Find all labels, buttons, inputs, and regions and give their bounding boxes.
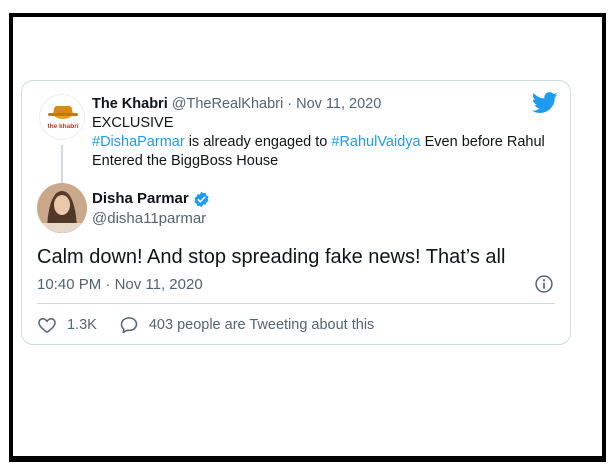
quoted-author-name[interactable]: The Khabri	[92, 96, 168, 112]
tweet-time: 10:40 PM	[37, 276, 102, 293]
quoted-tweet-line1: EXCLUSIVE	[92, 115, 174, 131]
author-name-row: Disha Parmar	[92, 189, 210, 209]
heart-icon	[38, 317, 56, 333]
quoted-tweet-header: The Khabri @TheRealKhabri · Nov 11, 2020	[92, 95, 552, 114]
khabri-logo-icon: the khabri	[47, 106, 79, 130]
reply-bubble-icon	[120, 317, 138, 334]
author-name[interactable]: Disha Parmar	[92, 189, 189, 209]
profile-photo-icon	[37, 183, 87, 233]
hashtag-rahulvaidya[interactable]: #RahulVaidya	[331, 134, 420, 150]
verified-badge-icon	[194, 191, 209, 207]
author-handle[interactable]: @disha11parmar	[92, 209, 210, 229]
tweet-author[interactable]: Disha Parmar @disha11parmar	[92, 189, 210, 229]
card-divider	[37, 303, 555, 304]
quoted-tweet-body: #DishaParmar is already engaged to #Rahu…	[92, 133, 552, 171]
hashtag-dishaparmar[interactable]: #DishaParmar	[92, 134, 185, 150]
timestamp-separator: ·	[105, 276, 111, 293]
quoted-tweet-date[interactable]: Nov 11, 2020	[296, 96, 381, 112]
tweet-text: Calm down! And stop spreading fake news!…	[37, 246, 506, 268]
tweet-date: Nov 11, 2020	[114, 276, 203, 293]
thread-connector-line	[61, 145, 63, 185]
like-count: 1.3K	[67, 317, 97, 333]
info-icon[interactable]	[534, 274, 554, 294]
tweeting-about-text: 403 people are Tweeting about this	[148, 317, 375, 333]
disha-parmar-avatar[interactable]	[37, 183, 87, 233]
quoted-author-handle[interactable]: @TheRealKhabri	[172, 96, 283, 112]
like-action[interactable]: 1.3K	[37, 315, 97, 335]
tweet-embed-card: the khabri The Khabri @TheRealKhabri · N…	[21, 80, 571, 345]
tweet-actions: 1.3K 403 people are Tweeting about this	[37, 315, 396, 335]
reply-action[interactable]: 403 people are Tweeting about this	[119, 315, 374, 335]
separator-dot: ·	[287, 96, 293, 112]
quoted-tweet-middle-text: is already engaged to	[184, 134, 332, 150]
the-khabri-avatar[interactable]: the khabri	[39, 94, 85, 140]
tweet-timestamp[interactable]: 10:40 PM · Nov 11, 2020	[37, 276, 203, 293]
quoted-tweet[interactable]: The Khabri @TheRealKhabri · Nov 11, 2020…	[92, 95, 552, 171]
svg-text:the khabri: the khabri	[47, 123, 78, 130]
